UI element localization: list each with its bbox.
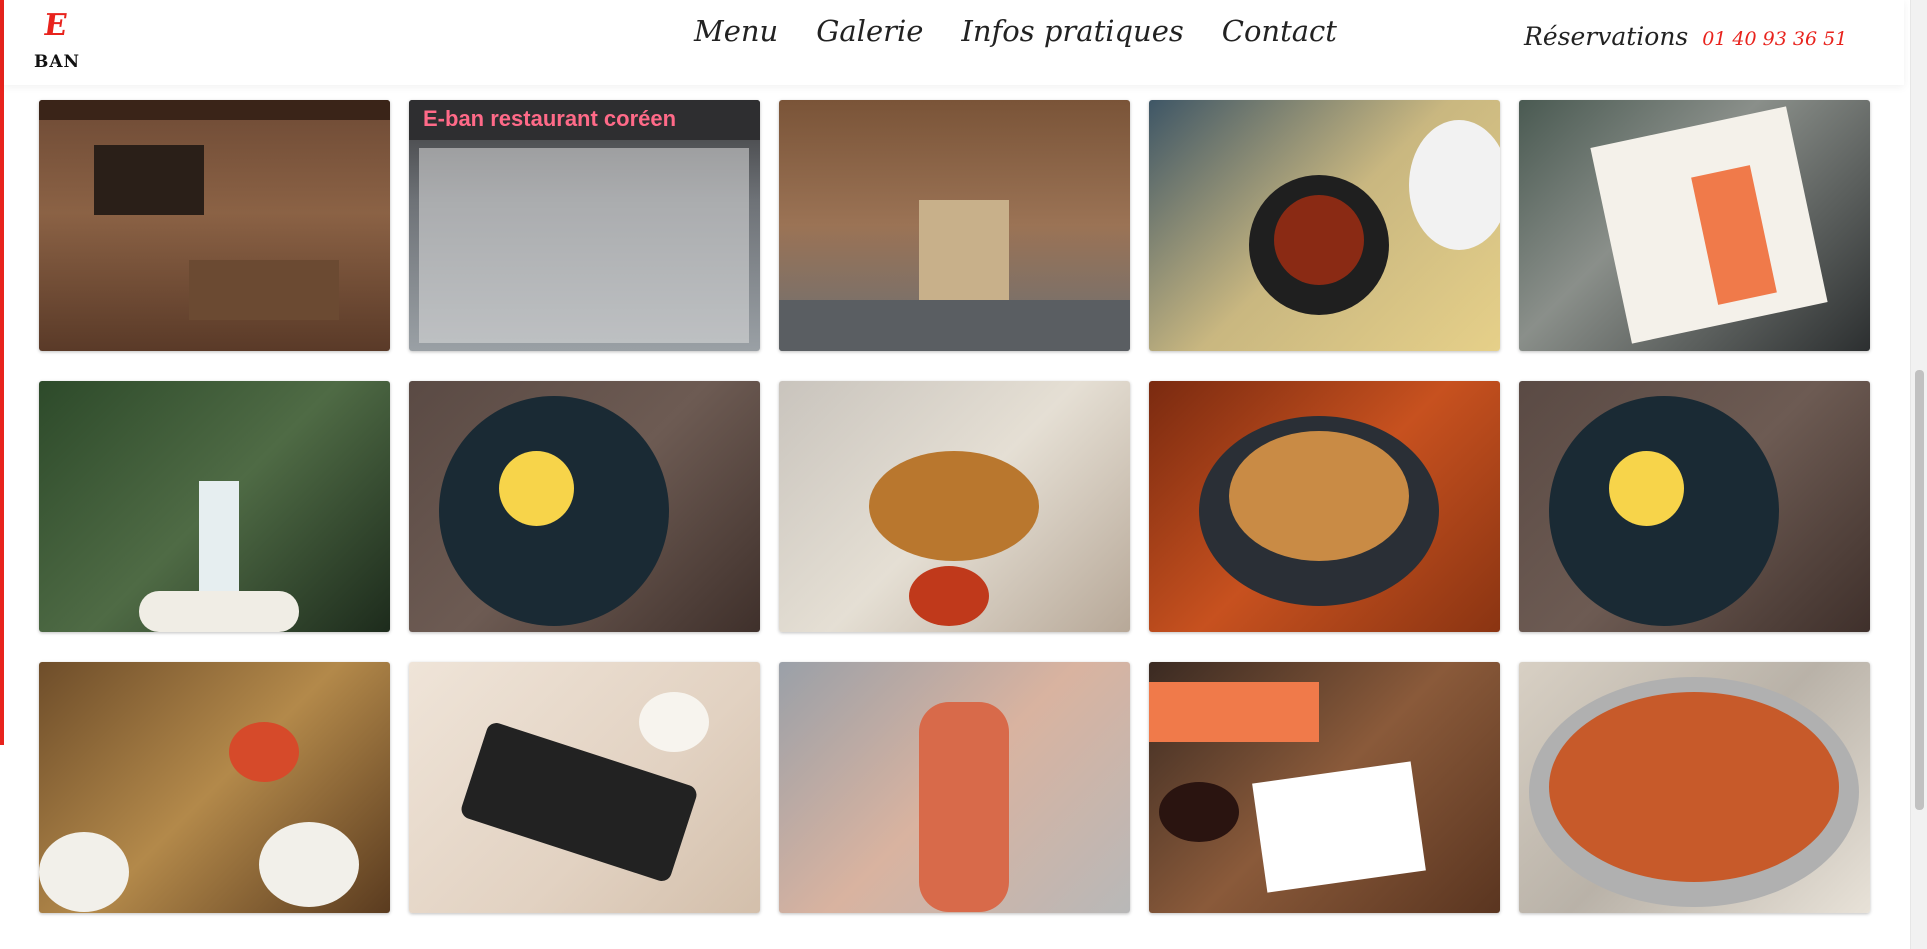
bar-shelves xyxy=(94,145,204,215)
gallery-image-banchan-spread[interactable] xyxy=(39,662,390,913)
gallery-image-soju-kimbap[interactable] xyxy=(39,381,390,632)
page-scrollbar[interactable] xyxy=(1910,0,1927,949)
soup-cup xyxy=(639,692,709,752)
broth xyxy=(1549,692,1839,882)
gallery-image-noodle-soup[interactable] xyxy=(779,381,1130,632)
eggs xyxy=(1609,451,1684,526)
site-header: E BAN Menu Galerie Infos pratiques Conta… xyxy=(4,0,1904,85)
scrollbar-thumb[interactable] xyxy=(1915,370,1924,810)
gallery-image-storefront[interactable]: E-ban restaurant coréen xyxy=(409,100,760,351)
nav-item-galerie[interactable]: Galerie xyxy=(816,14,923,48)
gallery-image-bibimbap[interactable] xyxy=(409,381,760,632)
logo-word: BAN xyxy=(34,52,81,72)
reservations[interactable]: Réservations 01 40 93 36 51 xyxy=(1524,22,1847,51)
gallery-image-kimbap-rolls[interactable] xyxy=(409,662,760,913)
nav-item-infos-pratiques[interactable]: Infos pratiques xyxy=(961,14,1183,48)
main-nav: Menu Galerie Infos pratiques Contact xyxy=(694,14,1337,48)
tables xyxy=(189,260,339,320)
gallery-image-dining-room[interactable] xyxy=(779,100,1130,351)
gallery-image-interior-bar[interactable] xyxy=(39,100,390,351)
floor xyxy=(779,300,1130,351)
gallery-image-pork-hot-pot[interactable] xyxy=(1149,381,1500,632)
gallery-image-kimchi[interactable] xyxy=(779,662,1130,913)
kimchi xyxy=(919,702,1009,912)
reservations-label: Réservations xyxy=(1524,22,1689,51)
rice-bowl-2 xyxy=(259,822,359,907)
ceiling xyxy=(39,100,390,120)
gallery-image-spicy-pork-bowl[interactable] xyxy=(1149,100,1500,351)
pork xyxy=(1274,195,1364,285)
reservations-phone[interactable]: 01 40 93 36 51 xyxy=(1702,28,1847,50)
bibimbap-bowl xyxy=(1409,120,1500,250)
gallery-image-salmon-tofu[interactable] xyxy=(1149,662,1500,913)
sauce-dish xyxy=(1159,782,1239,842)
gallery-image-bibimbap-2[interactable] xyxy=(1519,381,1870,632)
salmon-sashimi xyxy=(1149,682,1319,742)
noodle-bowl xyxy=(869,451,1039,561)
storefront-sign: E-ban restaurant coréen xyxy=(409,100,760,140)
fried-chicken xyxy=(909,566,989,626)
gallery-image-seafood-noodle-soup[interactable] xyxy=(1519,662,1870,913)
storefront-sign-text: E-ban restaurant coréen xyxy=(423,106,677,131)
kimchi-dish xyxy=(229,722,299,782)
nav-item-menu[interactable]: Menu xyxy=(694,14,778,48)
tofu-plate xyxy=(1252,761,1426,893)
gallery-image-seafood-platter[interactable] xyxy=(1519,100,1870,351)
image-gallery: E-ban restaurant coréen xyxy=(39,100,1870,913)
logo[interactable]: E BAN xyxy=(32,8,82,78)
stir-fry xyxy=(1229,431,1409,561)
eggs xyxy=(499,451,574,526)
logo-mark: E xyxy=(41,8,70,43)
left-accent-bar xyxy=(0,0,4,745)
kimbap-plate xyxy=(139,591,299,632)
rice-bowl xyxy=(39,832,129,912)
nav-item-contact[interactable]: Contact xyxy=(1222,14,1337,48)
glass-doors xyxy=(419,148,749,343)
